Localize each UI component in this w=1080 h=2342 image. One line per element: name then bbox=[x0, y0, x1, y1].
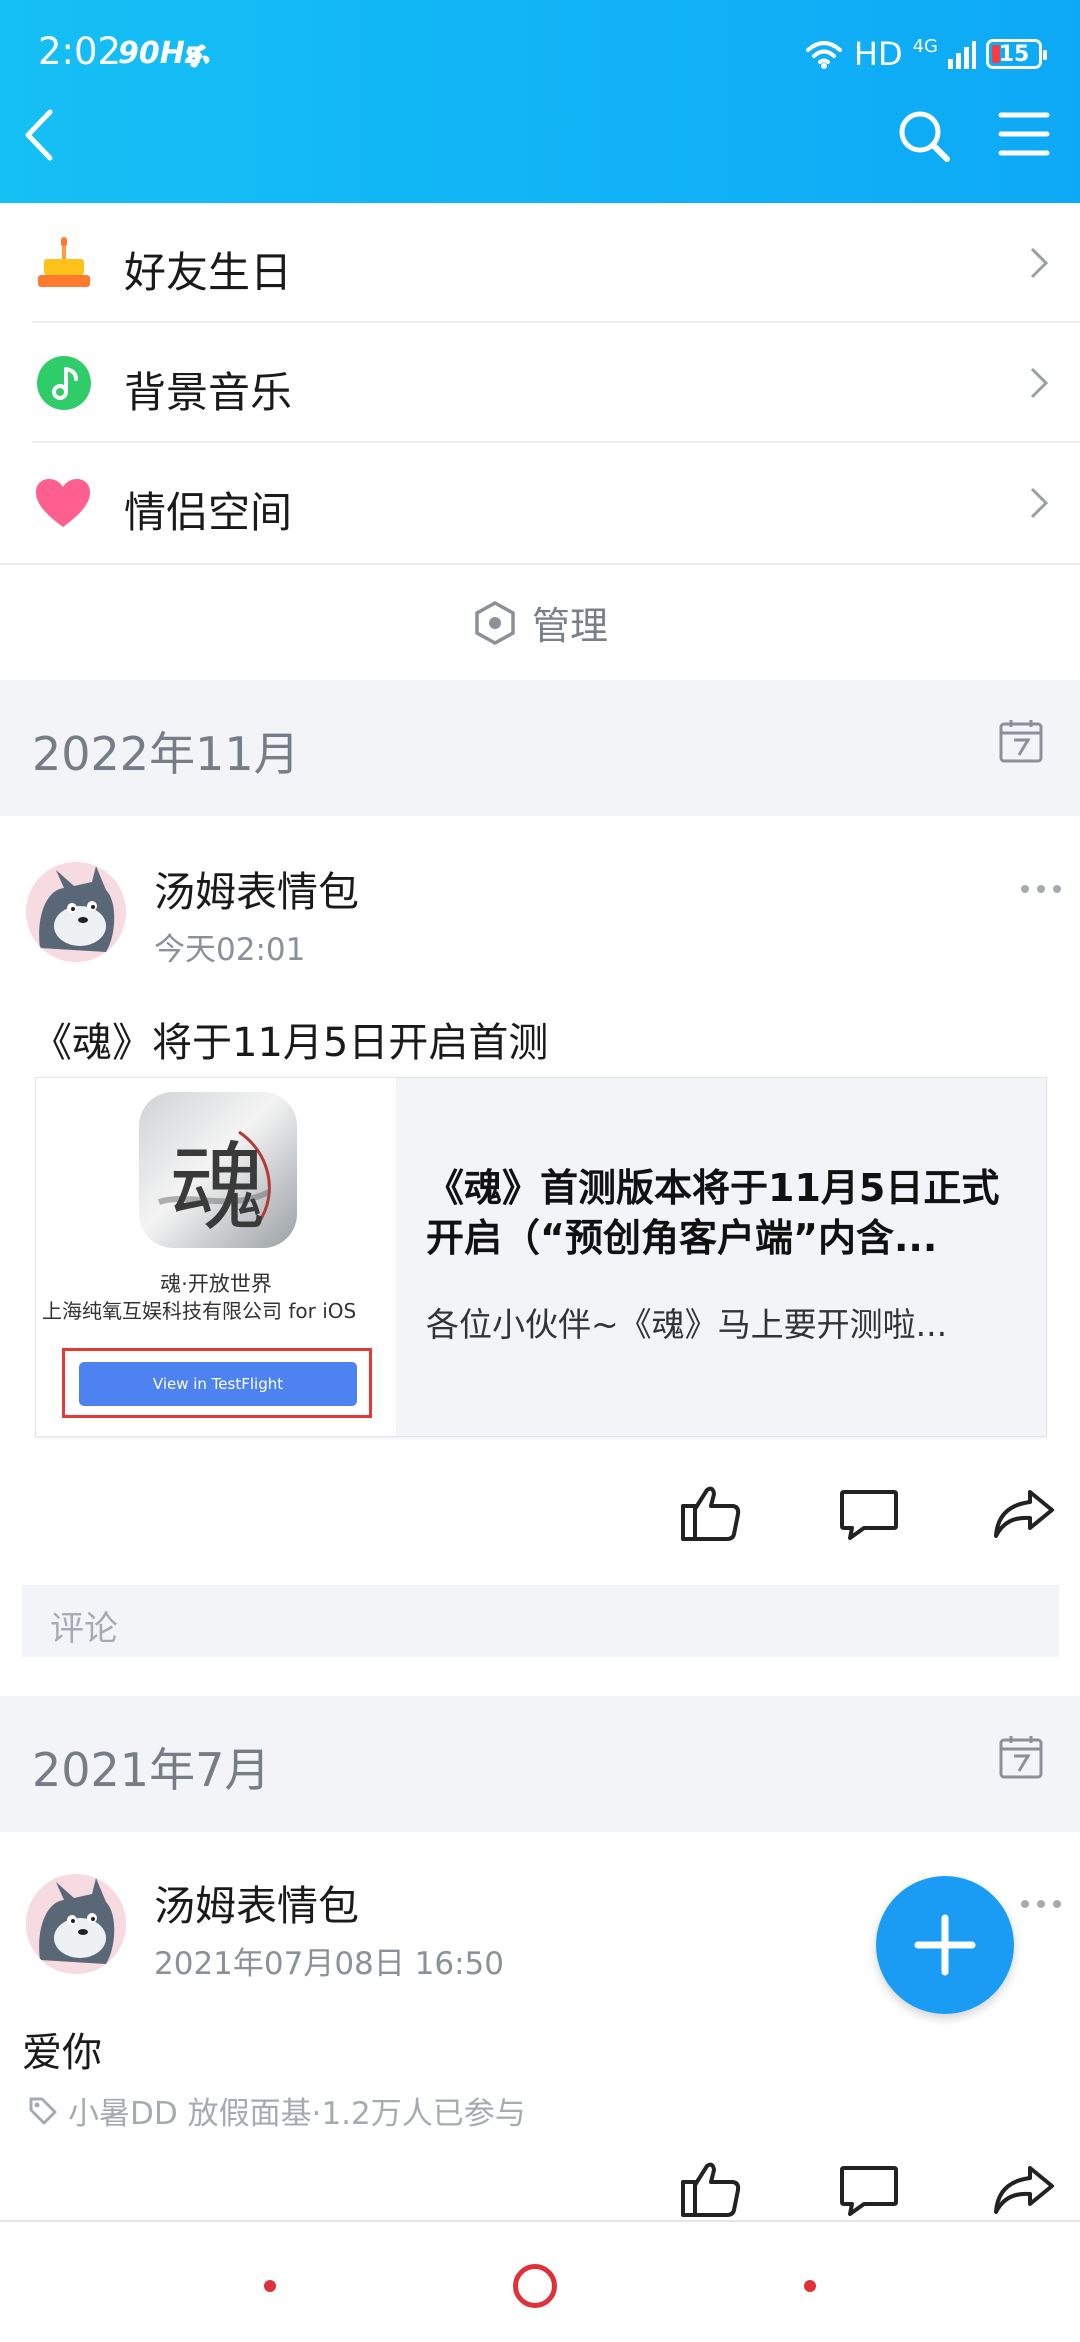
wifi-icon bbox=[805, 41, 842, 69]
manage-button[interactable]: 管理 bbox=[0, 565, 1080, 680]
chevron-right-icon bbox=[1030, 487, 1049, 519]
status-icons: HD 4G 15 bbox=[804, 32, 1047, 76]
avatar[interactable] bbox=[26, 862, 126, 962]
thumb-company: 上海纯氧互娱科技有限公司 for iOS bbox=[42, 1299, 357, 1323]
section-date-header: 2021年7月 bbox=[0, 1696, 1080, 1832]
search-button[interactable] bbox=[896, 108, 952, 164]
comment-placeholder: 评论 bbox=[50, 1609, 118, 1649]
nav-back-dot[interactable] bbox=[804, 2280, 816, 2292]
add-post-button[interactable] bbox=[876, 1876, 1014, 2014]
link-card-thumbnail: 魂 魂·开放世界 上海纯氧互娱科技有限公司 for iOS View in Te… bbox=[36, 1078, 396, 1436]
comment-icon[interactable] bbox=[838, 2164, 900, 2218]
more-options-icon[interactable] bbox=[1021, 885, 1061, 895]
more-options-icon[interactable] bbox=[1021, 1900, 1061, 1910]
like-icon[interactable] bbox=[680, 1484, 742, 1542]
post-text: 爱你 bbox=[22, 2030, 102, 2076]
menu-item-label: 背景音乐 bbox=[124, 368, 293, 417]
post-author[interactable]: 汤姆表情包 bbox=[154, 858, 359, 918]
signal-type: 4G bbox=[912, 35, 938, 57]
nav-menu-dot[interactable] bbox=[264, 2280, 276, 2292]
calendar-icon[interactable] bbox=[998, 718, 1044, 764]
heart-icon bbox=[34, 477, 92, 533]
comment-icon[interactable] bbox=[838, 1488, 900, 1542]
nav-home-button[interactable] bbox=[513, 2264, 557, 2308]
signal-icon bbox=[948, 41, 976, 69]
thumb-highlight-box: View in TestFlight bbox=[62, 1348, 372, 1418]
search-icon bbox=[899, 111, 950, 162]
chevron-right-icon bbox=[1030, 247, 1049, 279]
tag-icon bbox=[29, 2097, 57, 2124]
post-time: 今天02:01 bbox=[154, 932, 306, 968]
post-time: 2021年07月08日 16:50 bbox=[154, 1946, 504, 1982]
menu-item-music[interactable]: 背景音乐 bbox=[0, 323, 1080, 443]
link-card[interactable]: 魂 魂·开放世界 上海纯氧互娱科技有限公司 for iOS View in Te… bbox=[35, 1077, 1047, 1437]
avatar[interactable] bbox=[26, 1874, 126, 1974]
section-date: 2021年7月 bbox=[32, 1743, 271, 1797]
thumb-app-name: 魂·开放世界 bbox=[160, 1272, 272, 1296]
cake-icon bbox=[36, 235, 92, 295]
link-card-title: 《魂》首测版本将于11月5日正式开启（“预创角客户端”内含... bbox=[426, 1166, 1000, 1260]
share-icon[interactable] bbox=[992, 1488, 1056, 1542]
back-button[interactable] bbox=[20, 108, 60, 162]
post-author[interactable]: 汤姆表情包 bbox=[154, 1872, 359, 1932]
menu-item-birthday[interactable]: 好友生日 bbox=[0, 203, 1080, 323]
chevron-right-icon bbox=[1030, 367, 1049, 399]
hexagon-settings-icon bbox=[475, 600, 515, 645]
manage-label: 管理 bbox=[531, 604, 608, 648]
status-time: 2:02 bbox=[38, 30, 122, 73]
battery-icon: 15 bbox=[986, 39, 1047, 69]
menu-button[interactable] bbox=[998, 110, 1050, 158]
battery-level: 15 bbox=[998, 41, 1030, 67]
calendar-icon[interactable] bbox=[998, 1734, 1044, 1780]
app-icon: 魂 bbox=[139, 1092, 297, 1248]
app-icon-glyph: 魂 bbox=[170, 1132, 266, 1244]
menu-item-couple-space[interactable]: 情侣空间 bbox=[0, 443, 1080, 563]
share-icon[interactable] bbox=[992, 2164, 1056, 2218]
comment-input[interactable]: 评论 bbox=[22, 1585, 1059, 1657]
section-date: 2022年11月 bbox=[32, 727, 300, 781]
network-type: HD bbox=[853, 35, 903, 73]
fan-icon bbox=[182, 40, 214, 76]
thumb-testflight-button: View in TestFlight bbox=[79, 1362, 357, 1406]
post-tag-label: 小暑DD 放假面基·1.2万人已参与 bbox=[68, 2096, 526, 2132]
plus-icon bbox=[914, 1914, 976, 1976]
top-app-bar: 2:02 90Hz HD 4G 15 bbox=[0, 0, 1080, 203]
section-date-header: 2022年11月 bbox=[0, 680, 1080, 816]
system-nav-bar bbox=[0, 2220, 1080, 2342]
like-icon[interactable] bbox=[680, 2160, 742, 2218]
hamburger-icon bbox=[998, 112, 1050, 156]
menu-item-label: 好友生日 bbox=[124, 248, 293, 297]
post-tag[interactable]: 小暑DD 放假面基·1.2万人已参与 bbox=[28, 2088, 526, 2133]
post-text: 《魂》将于11月5日开启首测 bbox=[32, 1020, 549, 1066]
music-note-icon bbox=[36, 355, 92, 415]
link-card-desc: 各位小伙伴~《魂》马上要开测啦... bbox=[426, 1305, 948, 1344]
menu-item-label: 情侣空间 bbox=[124, 488, 293, 537]
